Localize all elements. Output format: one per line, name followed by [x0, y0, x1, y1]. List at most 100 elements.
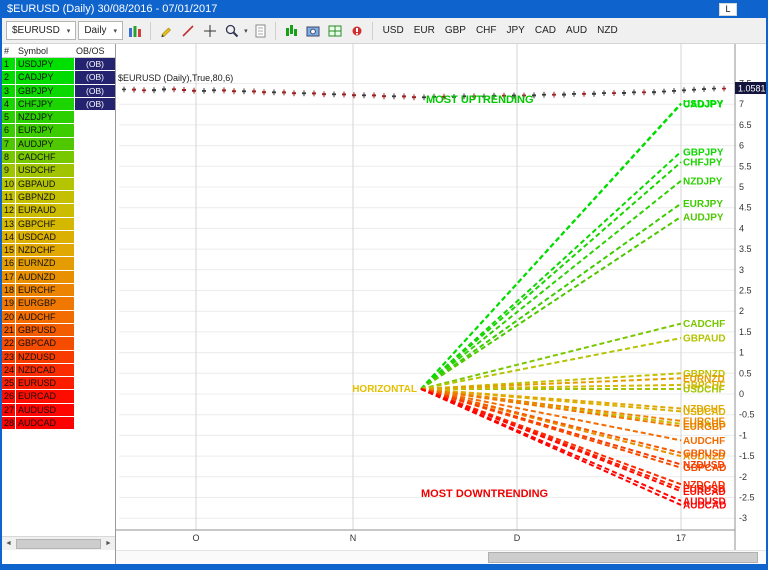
currency-button-chf[interactable]: CHF [471, 23, 502, 38]
table-row[interactable]: 17 AUDNZD [2, 270, 115, 285]
currency-button-cad[interactable]: CAD [530, 23, 561, 38]
table-row[interactable]: 28 AUDCAD [2, 417, 115, 431]
rank-cell: 13 [2, 217, 16, 231]
svg-text:1: 1 [739, 348, 744, 358]
table-row[interactable]: 11 GBPNZD [2, 190, 115, 205]
svg-text:0.5: 0.5 [739, 368, 752, 378]
table-row[interactable]: 24 NZDCAD [2, 363, 115, 378]
rank-cell: 4 [2, 97, 16, 112]
trendline-icon[interactable] [178, 21, 198, 41]
symbol-cell: AUDUSD [16, 403, 74, 418]
report-icon[interactable] [250, 21, 270, 41]
symbol-combo[interactable]: $EURUSD ▾ [6, 21, 77, 40]
table-row[interactable]: 23 NZDUSD [2, 350, 115, 364]
table-row[interactable]: 1 USDJPY (OB) [2, 58, 115, 72]
pencil-icon[interactable] [156, 21, 176, 41]
chart-area: 7.576.565.554.543.532.521.510.50-0.5-1-1… [116, 44, 766, 564]
rank-cell: 2 [2, 71, 16, 85]
column-header-symbol: Symbol [18, 45, 49, 56]
scroll-left-icon[interactable]: ◄ [2, 540, 15, 547]
svg-text:GBPAUD: GBPAUD [683, 334, 726, 345]
table-row[interactable]: 19 EURGBP [2, 297, 115, 311]
rank-cell: 10 [2, 177, 16, 191]
obos-cell: (OB) [75, 97, 115, 111]
rank-cell: 1 [2, 58, 16, 72]
table-row[interactable]: 9 USDCHF [2, 164, 115, 178]
symbol-cell: EURAUD [16, 204, 74, 218]
crosshair-icon[interactable] [200, 21, 220, 41]
symbol-cell: NZDCHF [16, 244, 74, 258]
currency-button-gbp[interactable]: GBP [440, 23, 471, 38]
symbol-ranking-panel: # Symbol OB/OS 1 USDJPY (OB) 2 CADJPY (OB) 3 GB… [2, 44, 116, 564]
table-row[interactable]: 26 EURCAD [2, 390, 115, 404]
currency-button-jpy[interactable]: JPY [502, 23, 530, 38]
currency-button-usd[interactable]: USD [378, 23, 409, 38]
timeframe-icon[interactable] [125, 21, 145, 41]
symbol-table: 1 USDJPY (OB) 2 CADJPY (OB) 3 GBPJPY (OB) 4 CHFJPY… [2, 58, 115, 431]
window-title: $EURUSD (Daily) 30/08/2016 - 07/01/2017 [7, 3, 218, 15]
rank-cell: 11 [2, 190, 16, 205]
table-row[interactable]: 14 USDCAD [2, 230, 115, 245]
rank-cell: 25 [2, 377, 16, 391]
svg-text:-2.5: -2.5 [739, 493, 755, 503]
svg-text:EURNZD: EURNZD [683, 374, 725, 385]
table-row[interactable]: 15 NZDCHF [2, 244, 115, 258]
zoom-icon[interactable] [222, 21, 242, 41]
obos-cell [75, 351, 115, 363]
table-row[interactable]: 3 GBPJPY (OB) [2, 84, 115, 98]
rank-cell: 21 [2, 323, 16, 338]
obos-cell [75, 404, 115, 416]
chart-hscrollbar[interactable] [116, 550, 766, 564]
symbol-cell: GBPAUD [16, 177, 74, 191]
svg-text:AUDJPY: AUDJPY [683, 212, 724, 223]
table-row[interactable]: 21 GBPUSD [2, 323, 115, 338]
currency-button-nzd[interactable]: NZD [592, 23, 623, 38]
snapshot-icon[interactable] [303, 21, 323, 41]
alerts-icon[interactable] [347, 21, 367, 41]
panel-scrollbar-thumb[interactable] [16, 538, 101, 549]
table-row[interactable]: 6 EURJPY [2, 124, 115, 138]
table-row[interactable]: 27 AUDUSD [2, 403, 115, 418]
table-row[interactable]: 5 NZDJPY [2, 111, 115, 125]
obos-cell [75, 124, 115, 136]
table-row[interactable]: 10 GBPAUD [2, 177, 115, 191]
table-row[interactable]: 18 EURCHF [2, 284, 115, 298]
table-row[interactable]: 13 GBPCHF [2, 217, 115, 231]
svg-text:EURGBP: EURGBP [683, 422, 726, 433]
table-row[interactable]: 16 EURNZD [2, 257, 115, 271]
obos-cell [75, 178, 115, 190]
scroll-right-icon[interactable]: ► [102, 540, 115, 547]
chart-hscrollbar-thumb[interactable] [488, 552, 758, 563]
svg-text:6: 6 [739, 141, 744, 151]
indicators-icon[interactable] [281, 21, 301, 41]
table-row[interactable]: 25 EURUSD [2, 377, 115, 391]
table-row[interactable]: 20 AUDCHF [2, 310, 115, 324]
obos-cell [75, 218, 115, 230]
svg-text:O: O [192, 533, 199, 543]
symbol-cell: USDCAD [16, 230, 74, 245]
table-row[interactable]: 7 AUDJPY [2, 137, 115, 152]
strength-fan-chart[interactable]: 7.576.565.554.543.532.521.510.50-0.5-1-1… [116, 44, 766, 550]
table-row[interactable]: 12 EURAUD [2, 204, 115, 218]
rank-cell: 26 [2, 390, 16, 404]
currency-button-aud[interactable]: AUD [561, 23, 592, 38]
restore-button[interactable]: L [719, 2, 737, 16]
svg-text:GBPJPY: GBPJPY [683, 147, 724, 158]
template-icon[interactable] [325, 21, 345, 41]
chevron-down-icon[interactable]: ▾ [244, 27, 248, 35]
panel-scrollbar[interactable]: ◄ ► [2, 536, 115, 550]
svg-text:7: 7 [739, 99, 744, 109]
panel-footer [2, 550, 115, 564]
rank-cell: 17 [2, 270, 16, 285]
svg-text:CADJPY: CADJPY [683, 100, 724, 111]
table-row[interactable]: 4 CHFJPY (OB) [2, 97, 115, 112]
table-row[interactable]: 22 GBPCAD [2, 337, 115, 351]
table-row[interactable]: 8 CADCHF [2, 151, 115, 165]
table-row[interactable]: 2 CADJPY (OB) [2, 71, 115, 85]
currency-button-eur[interactable]: EUR [409, 23, 440, 38]
title-bar[interactable]: $EURUSD (Daily) 30/08/2016 - 07/01/2017 … [2, 0, 766, 18]
symbol-cell: USDJPY [16, 58, 74, 72]
period-combo[interactable]: Daily ▾ [78, 21, 124, 40]
svg-text:NZDCHF: NZDCHF [683, 404, 724, 415]
svg-text:MOST DOWNTRENDING: MOST DOWNTRENDING [421, 488, 548, 500]
